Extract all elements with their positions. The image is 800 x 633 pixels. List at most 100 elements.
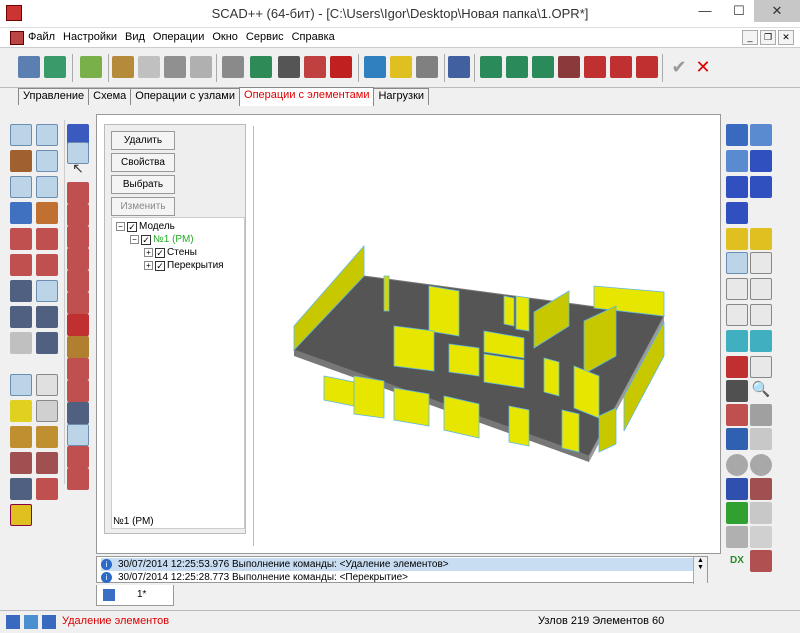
- snap-icon[interactable]: [138, 56, 160, 78]
- tab-control[interactable]: Управление: [18, 88, 90, 105]
- dimension-icon[interactable]: [448, 56, 470, 78]
- split2-icon[interactable]: [36, 306, 58, 328]
- menu-settings[interactable]: Настройки: [63, 31, 117, 43]
- tree-item-group[interactable]: − ✓ №1 (РМ): [130, 233, 194, 246]
- nodes-small-icon[interactable]: [67, 402, 89, 424]
- tab-element-operations[interactable]: Операции с элементами: [239, 87, 375, 106]
- cube-red3-icon[interactable]: [67, 292, 89, 314]
- cube-view4-icon[interactable]: [726, 304, 748, 326]
- checkbox-icon[interactable]: ✓: [127, 221, 137, 232]
- plate-icon[interactable]: [10, 176, 32, 198]
- dx-icon[interactable]: DX: [726, 550, 748, 572]
- folder-icon[interactable]: [726, 526, 748, 548]
- table-icon[interactable]: [750, 526, 772, 548]
- yellow-wall-icon[interactable]: [10, 400, 32, 422]
- solid-icon[interactable]: [10, 202, 32, 224]
- tree-item-walls[interactable]: + ✓ Стены: [144, 246, 197, 259]
- qr-icon[interactable]: [750, 550, 772, 572]
- expand-icon[interactable]: +: [144, 248, 153, 257]
- frame-icon[interactable]: [36, 150, 58, 172]
- print-icon[interactable]: [750, 404, 772, 426]
- magnifier-icon[interactable]: 🔍: [750, 380, 772, 402]
- rotate-z-icon[interactable]: [750, 176, 772, 198]
- rotate-y3-icon[interactable]: [750, 228, 772, 250]
- bar-icon[interactable]: [10, 150, 32, 172]
- status-cursor-icon[interactable]: [24, 615, 38, 629]
- properties-button[interactable]: Свойства: [111, 153, 175, 172]
- plane-icon[interactable]: [726, 150, 748, 172]
- cube-view5-icon[interactable]: [750, 304, 772, 326]
- rigid-body-off-icon[interactable]: [190, 56, 212, 78]
- sphere-red-icon[interactable]: [67, 314, 89, 336]
- load-icon[interactable]: [304, 56, 326, 78]
- cube-cyan2-icon[interactable]: [750, 330, 772, 352]
- maximize-button[interactable]: ☐: [722, 0, 756, 22]
- select-button[interactable]: Выбрать: [111, 175, 175, 194]
- triangle-red2-icon[interactable]: [67, 204, 89, 226]
- menu-operations[interactable]: Операции: [153, 31, 204, 43]
- fill-icon[interactable]: [278, 56, 300, 78]
- view-top-icon[interactable]: [726, 124, 748, 146]
- axis-icon[interactable]: [250, 56, 272, 78]
- checkbox-icon[interactable]: ✓: [141, 234, 151, 245]
- rigid-insert-icon[interactable]: [10, 280, 32, 302]
- split-icon[interactable]: [10, 306, 32, 328]
- brush2-icon[interactable]: [67, 336, 89, 358]
- spring-icon[interactable]: [10, 124, 32, 146]
- close-button[interactable]: ✕: [754, 0, 800, 22]
- cube-red2-icon[interactable]: [67, 270, 89, 292]
- rotate-xy-icon[interactable]: [726, 176, 748, 198]
- resize-icon[interactable]: [726, 478, 748, 500]
- view-iso-icon[interactable]: [750, 124, 772, 146]
- cube-cyan-icon[interactable]: [726, 330, 748, 352]
- triangle-icon[interactable]: [584, 56, 606, 78]
- filter-icon[interactable]: [80, 56, 102, 78]
- filter-off-icon[interactable]: [726, 404, 748, 426]
- wall-edit-icon[interactable]: [10, 374, 32, 396]
- expand-icon[interactable]: +: [144, 261, 153, 270]
- green-grid-icon[interactable]: [726, 502, 748, 524]
- box-icon[interactable]: [36, 400, 58, 422]
- insert2-icon[interactable]: [36, 228, 58, 250]
- special-icon[interactable]: [36, 202, 58, 224]
- grid-small4-icon[interactable]: [67, 468, 89, 490]
- grid-small3-icon[interactable]: [67, 446, 89, 468]
- cancel-x-icon[interactable]: ✕: [692, 56, 714, 78]
- mdi-minimize-button[interactable]: _: [742, 30, 758, 45]
- grid-small-icon[interactable]: [67, 358, 89, 380]
- apply-check-icon[interactable]: ✔: [668, 56, 690, 78]
- menu-view[interactable]: Вид: [125, 31, 145, 43]
- log-row[interactable]: i 30/07/2014 12:25:28.773 Выполнение ком…: [101, 571, 408, 584]
- grid-nodes-icon[interactable]: [10, 478, 32, 500]
- grid-view-icon[interactable]: [726, 380, 748, 402]
- grid-red-icon[interactable]: [36, 478, 58, 500]
- cube-view2-icon[interactable]: [726, 278, 748, 300]
- screenshot-icon[interactable]: [726, 428, 748, 450]
- stairs-icon[interactable]: [36, 426, 58, 448]
- cube-icon[interactable]: [36, 374, 58, 396]
- menu-window[interactable]: Окно: [212, 31, 238, 43]
- brush-icon[interactable]: [10, 426, 32, 448]
- layers-icon[interactable]: [750, 428, 772, 450]
- mesh-icon[interactable]: [364, 56, 386, 78]
- insert-icon[interactable]: [10, 228, 32, 250]
- status-grid-icon[interactable]: [6, 615, 20, 629]
- groups-icon[interactable]: [390, 56, 412, 78]
- number-nodes-icon[interactable]: [480, 56, 502, 78]
- scale-icon[interactable]: [558, 56, 580, 78]
- menu-service[interactable]: Сервис: [246, 31, 284, 43]
- rotate-x-icon[interactable]: [750, 150, 772, 172]
- triangle-red-icon[interactable]: [67, 182, 89, 204]
- collapse-icon[interactable]: −: [116, 222, 125, 231]
- arrow-cursor-icon[interactable]: ↖: [67, 160, 89, 182]
- rotate-x3-icon[interactable]: [726, 228, 748, 250]
- column-icon[interactable]: [36, 124, 58, 146]
- pencil-icon[interactable]: [610, 56, 632, 78]
- mdi-restore-button[interactable]: ❐: [760, 30, 776, 45]
- minimize-button[interactable]: —: [688, 0, 722, 22]
- checkbox-icon[interactable]: ✓: [155, 247, 165, 258]
- cube-view-icon[interactable]: [750, 252, 772, 274]
- tab-node-operations[interactable]: Операции с узлами: [130, 88, 241, 105]
- mdi-close-button[interactable]: ✕: [778, 30, 794, 45]
- cube-view3-icon[interactable]: [750, 278, 772, 300]
